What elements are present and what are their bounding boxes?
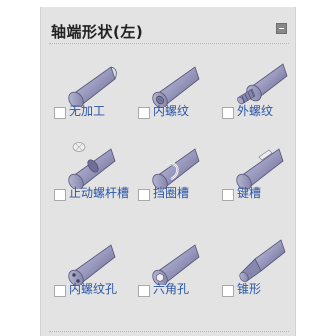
option-label: 锥形	[237, 282, 262, 296]
option-label: 止动螺杆槽	[69, 186, 130, 200]
option-checkbox[interactable]	[54, 107, 66, 119]
option-label: 内螺纹	[153, 104, 190, 118]
option-keyway[interactable]: 键槽	[217, 131, 301, 231]
panel-title: 轴端形状(左)	[51, 23, 144, 41]
option-checkbox[interactable]	[138, 285, 150, 297]
option-checkbox[interactable]	[54, 285, 66, 297]
option-label: 挡圈槽	[153, 186, 190, 200]
hex-socket-shaft-icon	[152, 244, 200, 285]
tapered-shaft-icon	[239, 239, 286, 282]
stop-screw-groove-shaft-icon	[68, 142, 116, 189]
option-checkbox[interactable]	[222, 285, 234, 297]
option-checkbox[interactable]	[222, 107, 234, 119]
option-label: 六角孔	[153, 282, 190, 296]
option-checkbox[interactable]	[222, 189, 234, 201]
tapped-holes-shaft-icon	[68, 244, 116, 285]
option-hex-socket[interactable]: 六角孔	[133, 227, 217, 327]
option-checkbox[interactable]	[138, 189, 150, 201]
option-label: 键槽	[237, 186, 262, 200]
shaft-end-shape-panel: 轴端形状(左) 无加工 内螺纹 外螺纹 止动螺杆槽 挡圈槽 键槽 内螺纹孔 六角…	[40, 7, 296, 336]
option-label: 外螺纹	[237, 104, 274, 118]
option-retaining-ring-groove[interactable]: 挡圈槽	[133, 131, 217, 231]
option-checkbox[interactable]	[54, 189, 66, 201]
option-label: 内螺纹孔	[69, 282, 118, 296]
title-divider	[49, 43, 289, 44]
option-tapered[interactable]: 锥形	[217, 227, 301, 327]
plain-shaft-end-icon	[68, 66, 117, 107]
retaining-ring-groove-shaft-icon	[152, 148, 200, 189]
collapse-icon[interactable]	[276, 23, 287, 34]
keyway-shaft-icon	[236, 148, 284, 189]
bottom-divider	[49, 331, 289, 332]
option-tapped-holes[interactable]: 内螺纹孔	[49, 227, 133, 327]
option-label: 无加工	[69, 104, 106, 118]
external-thread-shaft-icon	[237, 63, 288, 105]
internal-thread-shaft-icon	[152, 66, 200, 107]
option-stop-screw-groove[interactable]: 止动螺杆槽	[49, 131, 133, 231]
option-checkbox[interactable]	[138, 107, 150, 119]
